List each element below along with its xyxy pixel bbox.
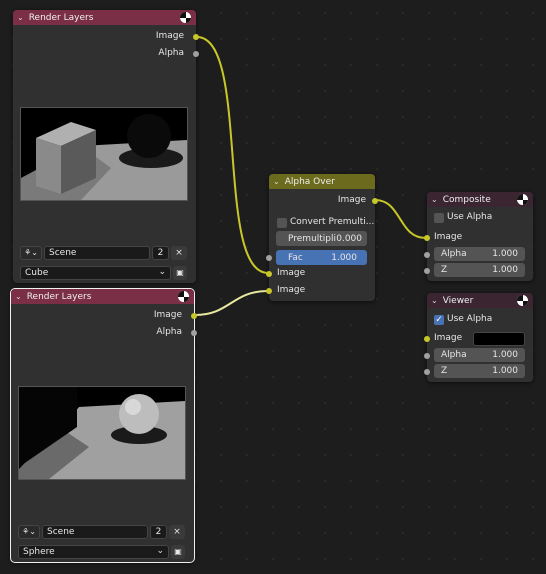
z-label: Z (441, 265, 448, 275)
composite-node-icon (517, 194, 528, 205)
fac-input-socket[interactable] (266, 255, 272, 261)
image-input-socket-1[interactable] (266, 271, 272, 277)
fac-value: 1.000 (331, 252, 357, 263)
alpha-over-node[interactable]: ⌄ Alpha Over Image Convert Premulti... P… (266, 174, 378, 301)
alpha-label: Alpha (441, 249, 467, 259)
z-input-socket[interactable] (424, 268, 430, 274)
node-title: Viewer (442, 295, 474, 306)
premultiplied-field[interactable]: Premultipli 0.000 (276, 231, 367, 246)
scene-users-count[interactable]: 2 (150, 525, 167, 539)
image-input-label-1: Image (277, 268, 306, 278)
chevron-down-icon[interactable]: ⌄ (17, 13, 24, 22)
image-input-socket-2[interactable] (266, 288, 272, 294)
image-color-swatch[interactable] (473, 332, 525, 346)
layer-dropdown[interactable]: Sphere ⌄ (18, 545, 169, 559)
render-preview-image (18, 386, 186, 480)
composite-node[interactable]: ⌄ Composite Use Alpha Image Alpha 1.000 … (424, 192, 533, 281)
render-layer-icon[interactable]: ▣ (173, 266, 187, 280)
node-title: Render Layers (28, 12, 94, 23)
scene-name-field[interactable]: Scene (42, 525, 148, 539)
scene-selector[interactable]: ⚘⌄ Scene (18, 525, 148, 539)
scene-name-field[interactable]: Scene (44, 246, 150, 260)
alpha-input-socket[interactable] (424, 252, 430, 258)
z-input-socket[interactable] (424, 369, 430, 375)
image-input-label: Image (434, 232, 463, 242)
image-input-socket[interactable] (424, 235, 430, 241)
render-preview-sphere-scene (19, 387, 185, 479)
z-field[interactable]: Z 1.000 (434, 364, 525, 378)
image-input-label: Image (434, 333, 463, 343)
premultiplied-label: Premultipli (288, 233, 337, 244)
layer-dropdown[interactable]: Cube ⌄ (20, 266, 171, 280)
output-image-label: Image (337, 195, 366, 205)
link-render-layers-1-to-alpha-over[interactable] (196, 36, 269, 274)
close-icon[interactable]: × (169, 525, 185, 539)
chevron-down-icon: ⌄ (156, 546, 164, 556)
z-value: 1.000 (492, 366, 518, 376)
z-label: Z (441, 366, 448, 376)
composite-node-icon (517, 295, 528, 306)
premultiplied-value: 0.000 (336, 233, 362, 244)
viewer-node[interactable]: ⌄ Viewer ✓ Use Alpha Image Alpha 1.000 Z… (424, 293, 533, 382)
render-preview-cube-scene (21, 108, 187, 200)
node-header[interactable]: ⌄ Viewer (427, 293, 533, 308)
layer-name: Sphere (23, 547, 55, 557)
use-alpha-checkbox[interactable]: ✓ (434, 315, 444, 325)
output-image-label: Image (155, 31, 184, 41)
link-alpha-over-to-composite[interactable] (374, 199, 427, 239)
render-layer-icon[interactable]: ▣ (171, 545, 185, 559)
node-header[interactable]: ⌄ Render Layers (11, 289, 194, 304)
alpha-value: 1.000 (492, 249, 518, 259)
layer-name: Cube (25, 268, 49, 278)
node-header[interactable]: ⌄ Composite (427, 192, 533, 207)
chevron-down-icon: ⌄ (158, 267, 166, 277)
output-alpha-label: Alpha (156, 327, 182, 337)
chevron-down-icon[interactable]: ⌄ (15, 292, 22, 301)
use-alpha-checkbox[interactable] (434, 213, 444, 223)
node-title: Render Layers (26, 291, 92, 302)
chevron-down-icon[interactable]: ⌄ (273, 177, 280, 186)
alpha-input-socket[interactable] (424, 353, 430, 359)
alpha-field[interactable]: Alpha 1.000 (434, 247, 525, 261)
output-image-socket[interactable] (193, 34, 199, 40)
output-alpha-label: Alpha (158, 48, 184, 58)
output-image-socket[interactable] (191, 313, 197, 319)
image-input-socket[interactable] (424, 336, 430, 342)
convert-premultiplied-checkbox[interactable] (277, 218, 287, 228)
z-field[interactable]: Z 1.000 (434, 263, 525, 277)
close-icon[interactable]: × (171, 246, 187, 260)
chevron-down-icon[interactable]: ⌄ (431, 296, 438, 305)
scene-icon[interactable]: ⚘⌄ (20, 246, 42, 260)
image-input-label-2: Image (277, 285, 306, 295)
alpha-label: Alpha (441, 350, 467, 360)
scene-selector[interactable]: ⚘⌄ Scene (20, 246, 150, 260)
output-image-label: Image (153, 310, 182, 320)
scene-icon[interactable]: ⚘⌄ (18, 525, 40, 539)
render-layers-node-cube[interactable]: ⌄ Render Layers Image Alpha ⚘⌄ Scene 2 ×… (13, 10, 199, 283)
link-render-layers-2-to-alpha-over[interactable] (194, 290, 269, 316)
fac-label: Fac (288, 252, 303, 263)
node-header[interactable]: ⌄ Alpha Over (269, 174, 375, 189)
composite-node-icon (180, 12, 191, 23)
node-title: Alpha Over (284, 176, 335, 187)
z-value: 1.000 (492, 265, 518, 275)
composite-node-icon (178, 291, 189, 302)
use-alpha-label: Use Alpha (447, 212, 493, 222)
checkmark-icon: ✓ (435, 315, 443, 325)
alpha-field[interactable]: Alpha 1.000 (434, 348, 525, 362)
render-preview-image (20, 107, 188, 201)
alpha-value: 1.000 (492, 350, 518, 360)
render-layers-node-sphere[interactable]: ⌄ Render Layers Image Alpha ⚘⌄ Scene 2 ×… (10, 288, 197, 563)
output-alpha-socket[interactable] (193, 51, 199, 57)
node-title: Composite (442, 194, 491, 205)
node-header[interactable]: ⌄ Render Layers (13, 10, 196, 25)
output-alpha-socket[interactable] (191, 330, 197, 336)
convert-premultiplied-label: Convert Premulti... (290, 217, 375, 227)
output-image-socket[interactable] (372, 198, 378, 204)
use-alpha-label: Use Alpha (447, 314, 493, 324)
scene-users-count[interactable]: 2 (152, 246, 169, 260)
fac-slider[interactable]: Fac 1.000 (276, 250, 367, 265)
chevron-down-icon[interactable]: ⌄ (431, 195, 438, 204)
